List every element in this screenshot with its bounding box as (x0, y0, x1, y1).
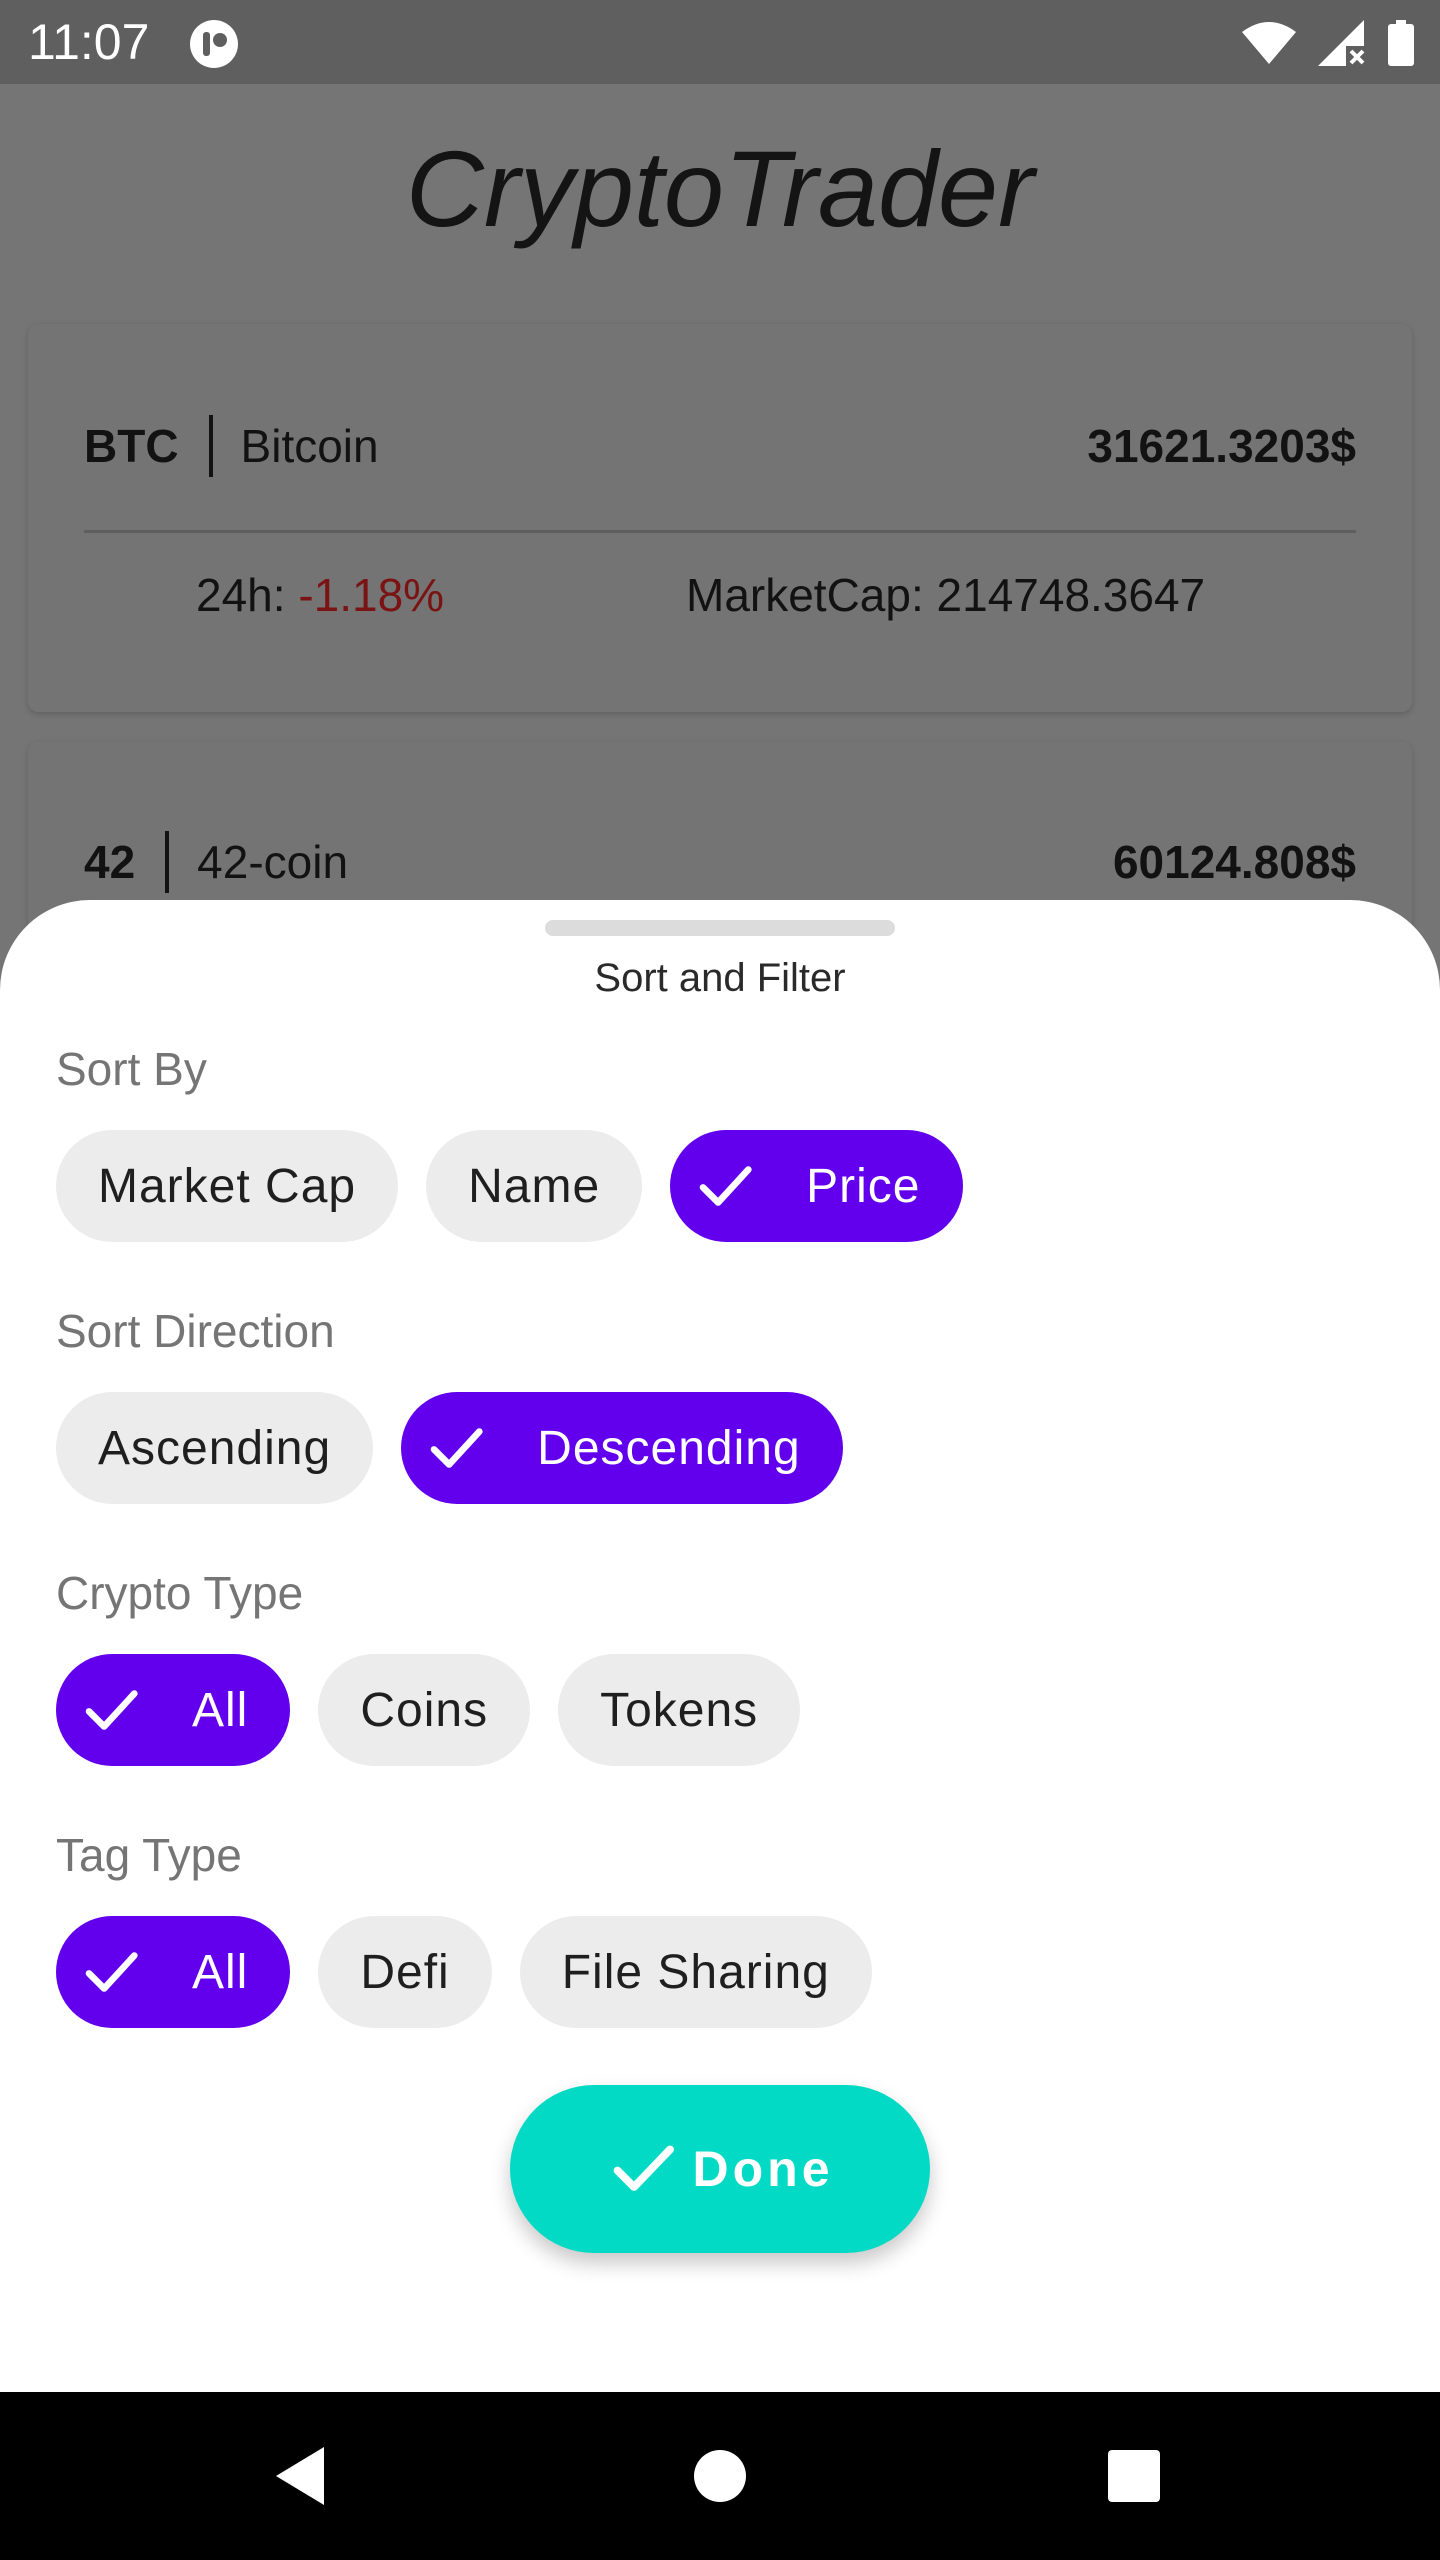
section-label-crypto-type: Crypto Type (56, 1567, 304, 1619)
sheet-drag-handle[interactable] (545, 920, 895, 936)
chip-name[interactable]: Name (426, 1130, 643, 1242)
chip-label: All (192, 1945, 249, 1999)
nav-home-button[interactable] (620, 2392, 820, 2560)
check-icon (613, 2145, 674, 2191)
chip-market-cap[interactable]: Market Cap (56, 1130, 399, 1242)
sheet-title: Sort and Filter (594, 956, 846, 1000)
chip-file-sharing[interactable]: File Sharing (519, 1916, 872, 2028)
section-label-tag-type: Tag Type (56, 1829, 242, 1881)
chip-label: All (192, 1683, 249, 1737)
chip-group-tag-type: All Defi File Sharing (56, 1916, 872, 2028)
chip-descending[interactable]: Descending (401, 1392, 843, 1504)
coin-separator (165, 831, 170, 893)
coin-name: Bitcoin (240, 420, 379, 472)
chip-label: Tokens (600, 1683, 759, 1737)
check-icon (430, 1428, 483, 1468)
chip-label: Ascending (98, 1421, 332, 1475)
coin-price: 60124.808$ (1112, 836, 1356, 888)
coin-market-cap: MarketCap: 214748.3647 (686, 569, 1206, 621)
status-bar: 11:07 (0, 0, 1440, 84)
chip-label: Price (806, 1159, 921, 1213)
coin-price: 31621.3203$ (1087, 420, 1356, 472)
section-label-sort-direction: Sort Direction (56, 1305, 335, 1357)
coin-symbol: BTC (84, 420, 179, 472)
wifi-icon (1242, 22, 1296, 64)
coin-header: 42 42-coin 60124.808$ (84, 831, 1356, 893)
chip-tag-all[interactable]: All (56, 1916, 291, 2028)
chip-defi[interactable]: Defi (318, 1916, 492, 2028)
done-label: Done (692, 2141, 834, 2197)
chip-coins[interactable]: Coins (318, 1654, 531, 1766)
coin-change: 24h: -1.18% (196, 568, 444, 622)
coin-symbol: 42 (84, 836, 136, 888)
coin-card-btc[interactable]: BTC Bitcoin 31621.3203$ 24h: -1.18% Mark… (28, 324, 1412, 712)
chip-group-sort-by: Market Cap Name Price (56, 1130, 963, 1242)
chip-group-sort-direction: Ascending Descending (56, 1392, 843, 1504)
cellular-no-signal-icon (1318, 20, 1365, 66)
chip-label: Descending (537, 1421, 801, 1475)
status-time: 11:07 (28, 14, 150, 70)
check-icon (699, 1166, 752, 1206)
battery-icon (1388, 20, 1414, 66)
chip-tokens[interactable]: Tokens (558, 1654, 801, 1766)
chip-crypto-all[interactable]: All (56, 1654, 291, 1766)
check-icon (85, 1952, 138, 1992)
nav-recents-button[interactable] (1034, 2392, 1234, 2560)
section-label-sort-by: Sort By (56, 1043, 207, 1095)
chip-group-crypto-type: All Coins Tokens (56, 1654, 801, 1766)
chip-ascending[interactable]: Ascending (56, 1392, 374, 1504)
sort-filter-sheet: Sort and Filter Sort By Market Cap Name … (0, 900, 1440, 2392)
app-title: CryptoTrader (405, 128, 1035, 249)
home-icon (694, 2450, 746, 2502)
coin-name: 42-coin (197, 836, 349, 888)
chip-label: Defi (360, 1945, 450, 1999)
coin-divider (84, 530, 1356, 533)
check-icon (85, 1690, 138, 1730)
system-nav-bar (0, 2392, 1440, 2560)
app-notification-icon (190, 20, 238, 68)
chip-label: Coins (360, 1683, 489, 1737)
done-button[interactable]: Done (510, 2085, 930, 2253)
back-icon (276, 2447, 324, 2505)
recents-icon (1108, 2450, 1160, 2502)
chip-label: Name (468, 1159, 601, 1213)
chip-label: File Sharing (561, 1945, 830, 1999)
coin-header: BTC Bitcoin 31621.3203$ (84, 415, 1356, 477)
chip-label: Market Cap (98, 1159, 357, 1213)
coin-separator (208, 415, 213, 477)
nav-back-button[interactable] (200, 2392, 400, 2560)
chip-price[interactable]: Price (670, 1130, 963, 1242)
coin-change-value: -1.18% (298, 569, 445, 621)
coin-change-label: 24h: (196, 569, 299, 621)
